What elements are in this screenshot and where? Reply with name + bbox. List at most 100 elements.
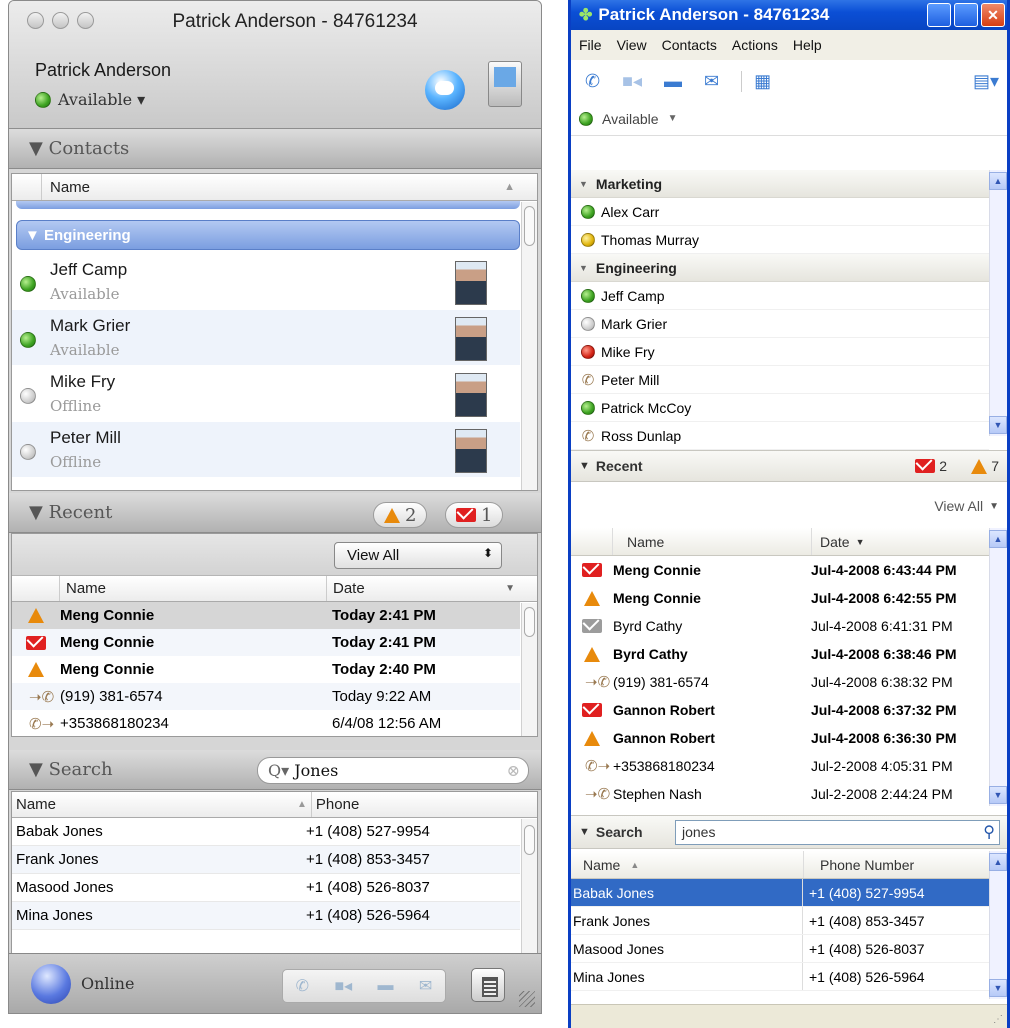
scroll-thumb[interactable] xyxy=(524,206,535,246)
menu-actions[interactable]: Actions xyxy=(732,37,778,53)
recent-column-header[interactable]: Name Date ▼ xyxy=(571,528,989,556)
resize-grip-icon[interactable] xyxy=(519,991,535,1007)
alerts-badge[interactable]: 7 xyxy=(971,458,999,474)
email-icon[interactable]: ✉ xyxy=(704,71,719,92)
scroll-up-icon[interactable]: ▲ xyxy=(989,172,1007,190)
menu-contacts[interactable]: Contacts xyxy=(662,37,717,53)
recent-row[interactable]: ➝✆ (919) 381-6574 Today 9:22 AM xyxy=(12,683,520,710)
contact-row[interactable]: Mike Fry Offline xyxy=(12,366,520,422)
sync-icon[interactable] xyxy=(31,964,71,1004)
dialpad-icon[interactable]: ▦ xyxy=(741,70,771,92)
search-result-row[interactable]: Frank Jones +1 (408) 853-3457 xyxy=(12,846,520,874)
search-result-row[interactable]: Mina Jones +1 (408) 526-5964 xyxy=(571,963,989,991)
status-selector[interactable]: Available ▼ xyxy=(571,102,1007,136)
search-result-row[interactable]: Mina Jones +1 (408) 526-5964 xyxy=(12,902,520,930)
recent-section-header[interactable]: ▼ Recent 2 1 xyxy=(9,493,541,533)
contact-row[interactable]: ✆ Ross Dunlap xyxy=(571,422,989,450)
video-icon[interactable]: ■◂ xyxy=(622,71,642,92)
recent-section-header[interactable]: ▼ Recent 2 7 xyxy=(571,450,1007,482)
recent-row[interactable]: Byrd Cathy Jul-4-2008 6:41:31 PM xyxy=(571,612,989,640)
minimize-button[interactable] xyxy=(927,3,951,27)
menu-file[interactable]: File xyxy=(579,37,602,53)
contact-row[interactable]: Thomas Murray xyxy=(571,226,989,254)
scroll-down-icon[interactable]: ▼ xyxy=(989,979,1007,997)
search-column-header[interactable]: Name ▲ Phone Number xyxy=(571,851,989,879)
search-input[interactable]: Q▾ Jones ⊗ xyxy=(257,757,529,784)
scroll-down-icon[interactable]: ▼ xyxy=(989,416,1007,434)
contact-row[interactable]: Patrick McCoy xyxy=(571,394,989,422)
contacts-section-header[interactable]: ▼ Contacts xyxy=(9,129,541,169)
search-result-row[interactable]: Babak Jones +1 (408) 527-9954 xyxy=(12,818,520,846)
scroll-thumb[interactable] xyxy=(524,825,535,855)
chat-icon[interactable]: ▬ xyxy=(378,977,394,995)
desk-phone-icon[interactable] xyxy=(488,61,522,107)
contact-row[interactable]: ✆ Peter Mill xyxy=(571,366,989,394)
dialpad-icon[interactable] xyxy=(471,968,505,1002)
messages-badge[interactable]: 1 xyxy=(445,502,504,528)
chat-bubble-icon[interactable] xyxy=(425,70,465,110)
recent-row[interactable]: Meng Connie Today 2:41 PM xyxy=(12,602,520,629)
recent-row[interactable]: Gannon Robert Jul-4-2008 6:37:32 PM xyxy=(571,696,989,724)
video-icon[interactable]: ■◂ xyxy=(334,976,352,996)
search-name-col: Name xyxy=(583,856,621,873)
scroll-thumb[interactable] xyxy=(524,607,535,637)
search-result-row[interactable]: Masood Jones +1 (408) 526-8037 xyxy=(12,874,520,902)
collapse-icon[interactable]: ▼ xyxy=(579,826,590,838)
contact-row[interactable]: Mark Grier Available xyxy=(12,310,520,366)
scroll-up-icon[interactable]: ▲ xyxy=(989,853,1007,871)
scroll-up-icon[interactable]: ▲ xyxy=(989,530,1007,548)
email-icon[interactable]: ✉ xyxy=(419,976,432,996)
contact-row[interactable]: Jeff Camp Available xyxy=(12,254,520,310)
recent-row[interactable]: ✆➝ +353868180234 6/4/08 12:56 AM xyxy=(12,710,520,737)
search-result-row[interactable]: Masood Jones +1 (408) 526-8037 xyxy=(571,935,989,963)
contact-row[interactable]: Jeff Camp xyxy=(571,282,989,310)
layout-menu-icon[interactable]: ▤▾ xyxy=(973,71,999,92)
phone-icon[interactable]: ✆ xyxy=(585,71,600,92)
clear-search-icon[interactable]: ⊗ xyxy=(507,761,520,780)
close-button[interactable]: ✕ xyxy=(981,3,1005,27)
contact-group[interactable]: ▼ Marketing xyxy=(571,170,989,198)
search-scrollbar[interactable] xyxy=(521,819,537,955)
recent-column-header[interactable]: Name Date ▼ xyxy=(12,576,537,602)
recent-row[interactable]: Meng Connie Today 2:41 PM xyxy=(12,629,520,656)
scroll-down-icon[interactable]: ▼ xyxy=(989,786,1007,804)
recent-row[interactable]: Meng Connie Jul-4-2008 6:43:44 PM xyxy=(571,556,989,584)
contact-row[interactable]: Mark Grier xyxy=(571,310,989,338)
search-section-header[interactable]: ▼ Search Q▾ Jones ⊗ xyxy=(9,750,541,790)
menu-help[interactable]: Help xyxy=(793,37,822,53)
search-scrollbar[interactable] xyxy=(989,851,1007,999)
contacts-scrollbar[interactable] xyxy=(521,202,537,490)
recent-row[interactable]: Meng Connie Today 2:40 PM xyxy=(12,656,520,683)
contact-group[interactable]: ▼ Engineering xyxy=(571,254,989,282)
maximize-button[interactable] xyxy=(954,3,978,27)
result-name: Mina Jones xyxy=(571,963,803,990)
phone-icon[interactable]: ✆ xyxy=(296,976,309,996)
contacts-column-header[interactable]: Name ▲ xyxy=(12,174,537,201)
search-result-row[interactable]: Babak Jones +1 (408) 527-9954 xyxy=(571,879,989,907)
view-all-select[interactable]: View All ⬍ xyxy=(334,542,502,569)
contact-row[interactable]: Peter Mill Offline xyxy=(12,422,520,478)
recent-scrollbar[interactable] xyxy=(521,603,537,736)
alerts-badge[interactable]: 2 xyxy=(373,502,428,528)
chat-icon[interactable]: ▬ xyxy=(664,71,682,92)
contact-row[interactable]: Alex Carr xyxy=(571,198,989,226)
messages-badge[interactable]: 2 xyxy=(915,458,947,474)
search-icon[interactable]: ⚲ xyxy=(983,822,995,842)
search-result-row[interactable]: Frank Jones +1 (408) 853-3457 xyxy=(571,907,989,935)
recent-row[interactable]: ✆➝ +353868180234 Jul-2-2008 4:05:31 PM xyxy=(571,752,989,780)
resize-grip-icon[interactable]: ⋰ xyxy=(993,1014,1003,1025)
menu-view[interactable]: View xyxy=(617,37,647,53)
status-selector[interactable]: Available ▾ xyxy=(35,90,145,109)
contact-row[interactable]: Mike Fry xyxy=(571,338,989,366)
recent-row[interactable]: Byrd Cathy Jul-4-2008 6:38:46 PM xyxy=(571,640,989,668)
recent-row[interactable]: ➝✆ (919) 381-6574 Jul-4-2008 6:38:32 PM xyxy=(571,668,989,696)
recent-scrollbar[interactable] xyxy=(989,528,1007,806)
contacts-scrollbar[interactable] xyxy=(989,170,1007,436)
recent-row[interactable]: Gannon Robert Jul-4-2008 6:36:30 PM xyxy=(571,724,989,752)
search-input[interactable]: jones ⚲ xyxy=(675,820,1000,845)
recent-row[interactable]: ➝✆ Stephen Nash Jul-2-2008 2:44:24 PM xyxy=(571,780,989,808)
group-engineering[interactable]: ▼ Engineering xyxy=(16,220,520,250)
view-all-select[interactable]: View All ▼ xyxy=(571,484,1007,528)
search-column-header[interactable]: Name ▲ Phone xyxy=(12,792,537,818)
recent-row[interactable]: Meng Connie Jul-4-2008 6:42:55 PM xyxy=(571,584,989,612)
